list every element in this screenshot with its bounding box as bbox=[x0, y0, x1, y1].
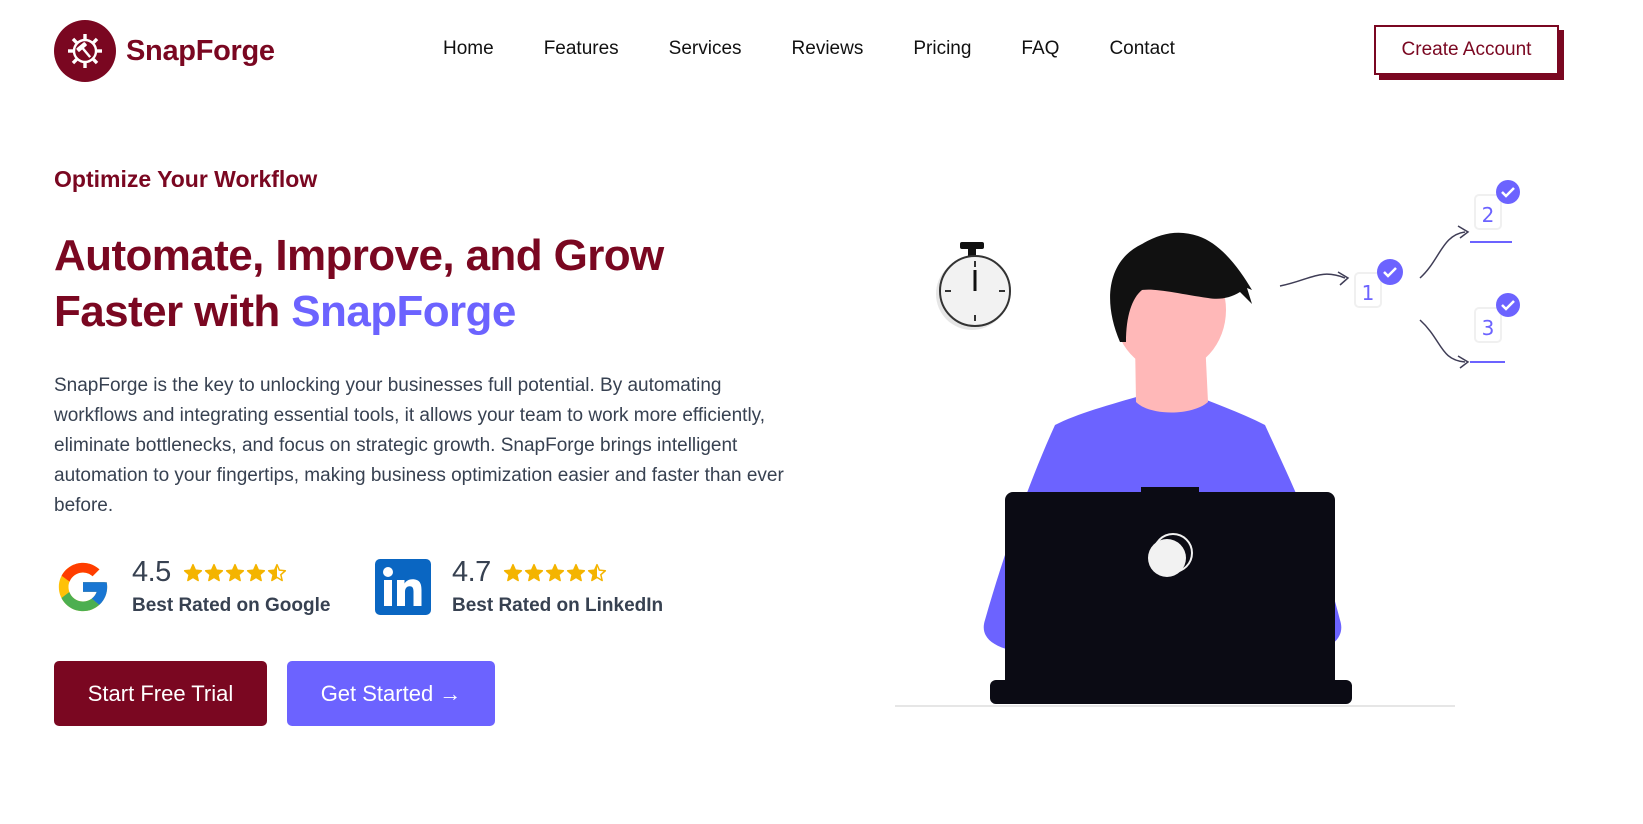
step-2-card: 2 bbox=[1470, 180, 1520, 243]
gear-hammer-logo-icon bbox=[54, 20, 116, 82]
star-icon bbox=[503, 563, 522, 581]
linkedin-rating-body: 4.7 Best Rated on LinkedIn bbox=[452, 556, 663, 617]
linkedin-rating: 4.7 Best Rated on LinkedIn bbox=[374, 556, 663, 617]
step-3-label: 3 bbox=[1482, 316, 1495, 340]
nav-faq-link[interactable]: FAQ bbox=[1021, 38, 1059, 60]
star-icon bbox=[524, 563, 543, 581]
linkedin-rating-caption: Best Rated on LinkedIn bbox=[452, 595, 664, 616]
step-1-label: 1 bbox=[1362, 281, 1375, 305]
star-icon bbox=[246, 563, 265, 581]
google-rating-score: 4.5 bbox=[132, 556, 171, 588]
linkedin-icon bbox=[374, 558, 432, 616]
star-icon bbox=[545, 563, 564, 581]
google-rating: 4.5 Best Rated on Google bbox=[54, 556, 330, 617]
google-rating-body: 4.5 Best Rated on Google bbox=[132, 556, 330, 617]
step-1-card: 1 bbox=[1354, 259, 1403, 308]
start-free-trial-button[interactable]: Start Free Trial bbox=[54, 661, 267, 726]
linkedin-star-rating bbox=[503, 563, 607, 583]
main-menu: Home Features Services Reviews Pricing F… bbox=[443, 38, 1175, 60]
google-star-rating bbox=[183, 563, 287, 583]
hero-eyebrow: Optimize Your Workflow bbox=[54, 166, 318, 192]
nav-contact-link[interactable]: Contact bbox=[1109, 38, 1174, 60]
nav-features-link[interactable]: Features bbox=[544, 38, 619, 60]
top-navigation: SnapForge Home Features Services Reviews… bbox=[0, 0, 1643, 104]
star-icon bbox=[566, 563, 585, 581]
stopwatch-icon bbox=[936, 242, 1011, 330]
hero-description: SnapForge is the key to unlocking your b… bbox=[54, 375, 784, 516]
star-icon bbox=[267, 563, 286, 581]
nav-services-link[interactable]: Services bbox=[669, 38, 742, 60]
nav-home-link[interactable]: Home bbox=[443, 38, 494, 60]
google-icon bbox=[54, 558, 112, 616]
star-icon bbox=[225, 563, 244, 581]
brand-logo-link[interactable]: SnapForge bbox=[54, 20, 275, 82]
google-rating-caption: Best Rated on Google bbox=[132, 595, 331, 616]
step-3-card: 3 bbox=[1470, 293, 1520, 363]
brand-name: SnapForge bbox=[126, 34, 275, 67]
headline-accent: SnapForge bbox=[291, 287, 516, 336]
star-icon bbox=[204, 563, 223, 581]
person-at-laptop-illustration: 1 2 3 bbox=[880, 180, 1560, 720]
get-started-button[interactable]: Get Started → bbox=[287, 661, 495, 726]
create-account-button[interactable]: Create Account bbox=[1374, 25, 1559, 75]
step-2-label: 2 bbox=[1482, 203, 1495, 227]
headline-line-1: Automate, Improve, and Grow bbox=[54, 231, 664, 280]
nav-reviews-link[interactable]: Reviews bbox=[792, 38, 864, 60]
create-account-cta: Create Account bbox=[1374, 25, 1564, 80]
hero-headline: Automate, Improve, and Grow Faster with … bbox=[54, 228, 774, 340]
star-icon bbox=[183, 563, 202, 581]
nav-pricing-link[interactable]: Pricing bbox=[913, 38, 971, 60]
star-icon bbox=[587, 563, 606, 581]
linkedin-rating-score: 4.7 bbox=[452, 556, 491, 588]
headline-line-2-prefix: Faster with bbox=[54, 287, 292, 336]
